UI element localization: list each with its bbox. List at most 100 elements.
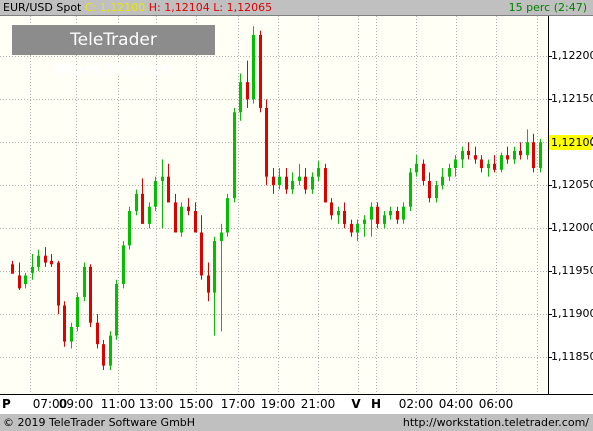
candle-up [135, 189, 138, 216]
candle-up [383, 211, 386, 229]
candle-body [467, 150, 470, 156]
candle-body [50, 260, 53, 265]
candle-up [526, 129, 529, 160]
candle-body [428, 180, 431, 199]
candle-down [200, 215, 203, 280]
candle-up [37, 249, 40, 272]
candle-body [76, 296, 79, 327]
candle-down [376, 202, 379, 229]
candle-up [317, 161, 320, 181]
candle-body [441, 176, 444, 186]
candle-body [213, 241, 216, 293]
candle-body [115, 284, 118, 336]
candle-body [409, 172, 412, 207]
candle-up [448, 163, 451, 181]
y-axis-tick-label: 1,11900 [551, 307, 593, 321]
candle-body [298, 176, 301, 181]
candle-body [63, 305, 66, 342]
candle-body [376, 206, 379, 224]
candle-up [122, 241, 125, 289]
x-axis-tick-label: 04:00 [438, 397, 474, 411]
candle-up [441, 168, 444, 190]
candle-body [474, 155, 477, 160]
candle-up [70, 322, 73, 349]
candle-body [370, 206, 373, 220]
candle-body [422, 163, 425, 181]
candle-up [461, 146, 464, 169]
y-axis-tick-label: 1,11950 [551, 264, 593, 278]
x-axis-tick-label: 06:00 [478, 397, 514, 411]
candle-body [487, 163, 490, 169]
candle-down [272, 168, 275, 194]
candle-up [539, 138, 542, 173]
candle-body [506, 155, 509, 160]
candle-body [31, 266, 34, 273]
candle-down [474, 146, 477, 164]
candle-body [148, 206, 151, 224]
x-axis-period-marker[interactable]: P [2, 397, 11, 411]
x-axis-tick-label: H [370, 397, 382, 411]
candle-up [76, 292, 79, 332]
x-axis-tick-label: 19:00 [260, 397, 296, 411]
candle-body [337, 211, 340, 216]
candle-body [194, 211, 197, 233]
candle-down [259, 30, 262, 113]
chart-window: EUR/USD Spot C: 1,12100 H: 1,12104 L: 1,… [0, 0, 593, 431]
y-axis-tick-label: 1,11850 [551, 350, 593, 364]
candle-down [304, 168, 307, 194]
candle-body [24, 275, 27, 285]
candle-body [187, 206, 190, 212]
candle-down [422, 159, 425, 186]
candle-body [207, 275, 210, 293]
candle-body [239, 82, 242, 113]
candle-body [161, 176, 164, 181]
candle-up [415, 155, 418, 177]
candle-body [454, 159, 457, 169]
footer-bar: © 2019 TeleTrader Software GmbH http://w… [0, 414, 593, 431]
candle-down [44, 247, 47, 267]
candle-body [83, 266, 86, 297]
x-axis-tick-label: 02:00 [398, 397, 434, 411]
candle-body [259, 34, 262, 108]
candle-down [480, 155, 483, 173]
candle-down [330, 198, 333, 220]
candle-down [89, 264, 92, 327]
candle-down [18, 262, 21, 291]
y-axis-tick-label: 1,12000 [551, 221, 593, 235]
candle-body [343, 211, 346, 224]
candle-up [83, 262, 86, 302]
candle-body [122, 245, 125, 285]
x-axis-tick-label: 21:00 [300, 397, 336, 411]
candle-body [448, 168, 451, 177]
x-axis-tick-label: V [351, 397, 361, 411]
candle-down [194, 202, 197, 233]
x-axis-tick-label: 11:00 [100, 397, 136, 411]
candle-body [291, 180, 294, 190]
teletrader-logo: TeleTrader WorkStation [12, 25, 215, 80]
x-axis-tick-label: 13:00 [138, 397, 174, 411]
candle-up [239, 73, 242, 121]
candle-down [265, 99, 268, 186]
candle-body [272, 176, 275, 186]
candle-body [154, 180, 157, 207]
candle-down [324, 163, 327, 203]
candle-down [50, 253, 53, 267]
website-link[interactable]: http://workstation.teletrader.com/ [403, 414, 589, 431]
candle-down [11, 260, 14, 274]
candle-up [128, 206, 131, 250]
candle-body [356, 223, 359, 233]
candle-body [246, 82, 249, 100]
candle-down [57, 260, 60, 315]
candle-up [500, 152, 503, 173]
x-axis[interactable]: P 07:00 09:00 11:00 13:00 15:00 17:00 19:00 21:… [0, 395, 593, 414]
candle-body [233, 112, 236, 199]
logo-product: WorkStation [53, 60, 174, 80]
candle-up [311, 172, 314, 194]
candle-body [89, 266, 92, 323]
candle-up [513, 146, 516, 164]
candle-up [402, 202, 405, 224]
candle-body [167, 176, 170, 203]
candle-down [63, 301, 66, 347]
candle-up [389, 206, 392, 220]
candle-down [174, 193, 177, 233]
